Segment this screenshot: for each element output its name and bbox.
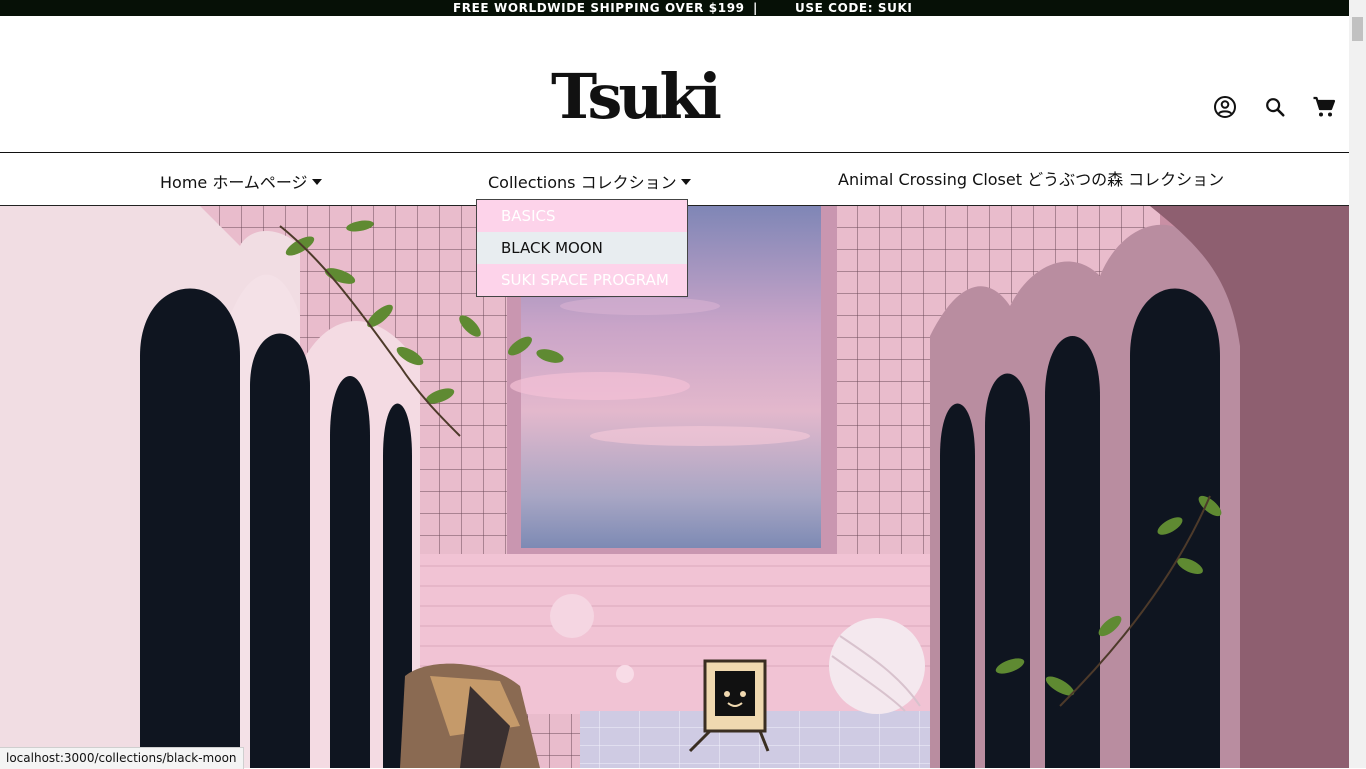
collections-dropdown-menu: BASICS BLACK MOON SUKI SPACE PROGRAM [476, 199, 688, 297]
nav-animal-crossing-closet[interactable]: Animal Crossing Closet どうぶつの森 コレクション [838, 166, 1224, 190]
promo-code-announcement: USE CODE: SUKI [795, 1, 913, 15]
announcement-separator: | [753, 1, 758, 15]
nav-collections[interactable]: Collections コレクション [488, 169, 691, 193]
browser-status-url: localhost:3000/collections/black-moon [0, 747, 244, 769]
caret-down-icon [311, 178, 322, 185]
announcement-bar: FREE WORLDWIDE SHIPPING OVER $199 | USE … [0, 0, 1349, 16]
nav-home[interactable]: Home ホームページ [160, 169, 322, 193]
dropdown-item-suki-space-program[interactable]: SUKI SPACE PROGRAM [477, 264, 687, 296]
scrollbar-thumb[interactable] [1352, 17, 1363, 41]
brand-logo[interactable]: Tsuki [551, 62, 722, 132]
cart-icon[interactable] [1311, 94, 1337, 120]
dropdown-item-black-moon[interactable]: BLACK MOON [477, 232, 687, 264]
site-header: Tsuki [0, 16, 1349, 153]
nav-home-label: Home ホームページ [160, 173, 308, 192]
nav-collections-label: Collections コレクション [488, 173, 677, 192]
nav-animal-crossing-label: Animal Crossing Closet どうぶつの森 コレクション [838, 170, 1225, 189]
page-scrollbar[interactable] [1349, 0, 1366, 768]
shipping-announcement: FREE WORLDWIDE SHIPPING OVER $199 [453, 1, 745, 15]
caret-down-icon [680, 178, 691, 185]
account-circle-icon[interactable] [1212, 94, 1238, 120]
search-icon[interactable] [1262, 94, 1288, 120]
dropdown-item-basics[interactable]: BASICS [477, 200, 687, 232]
